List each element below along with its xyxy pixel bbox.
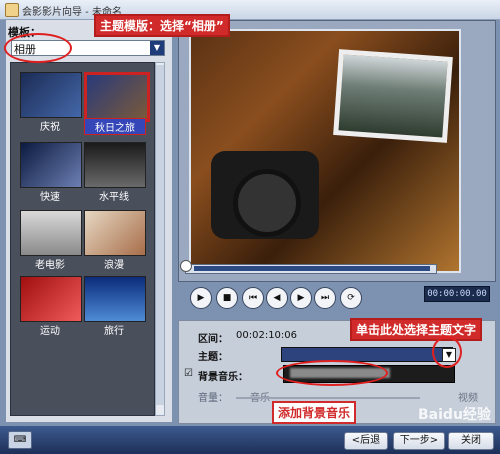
theme-field[interactable] <box>281 347 453 362</box>
interval-value: 00:02:10:06 <box>236 330 298 341</box>
step-forward-icon: ▶ <box>297 293 305 303</box>
thumb-label: 浪漫 <box>104 260 124 271</box>
thumb-image <box>20 210 82 256</box>
thumb-fast[interactable]: 快速 <box>20 142 82 203</box>
thumb-romance[interactable]: 浪漫 <box>84 210 146 271</box>
keyboard-icon[interactable]: ⌨ <box>8 431 32 449</box>
video-label: 视频 <box>458 393 478 404</box>
scrollbar-thumb[interactable] <box>156 65 164 405</box>
step-back-icon: ◀ <box>273 293 281 303</box>
go-end-button[interactable]: ⏭ <box>314 287 336 309</box>
go-start-button[interactable]: ⏮ <box>242 287 264 309</box>
camera-graphic <box>211 151 319 239</box>
preview-image <box>189 29 461 273</box>
volume-label: 音量： <box>198 393 228 404</box>
thumb-celebration[interactable]: 庆祝 <box>20 72 82 133</box>
close-button[interactable]: 关闭 <box>448 432 494 450</box>
interval-label: 区间： <box>198 334 228 345</box>
thumb-old-movie[interactable]: 老电影 <box>20 210 82 271</box>
stop-button[interactable]: ■ <box>216 287 238 309</box>
volume-slider[interactable] <box>236 397 420 399</box>
thumb-horizon[interactable]: 水平线 <box>84 142 146 203</box>
watermark: Baidu经验 <box>418 407 491 423</box>
timecode-display: 00:00:00.00 <box>424 286 490 302</box>
thumb-label: 秋日之旅 <box>84 118 146 135</box>
seek-knob[interactable] <box>180 260 192 272</box>
template-highlight-ellipse <box>4 33 72 63</box>
gallery-scrollbar[interactable] <box>155 62 165 416</box>
back-button[interactable]: <后退 <box>344 432 388 450</box>
thumb-travel[interactable]: 旅行 <box>84 276 146 337</box>
thumb-image <box>84 276 146 322</box>
skip-end-icon: ⏭ <box>320 293 330 303</box>
bgm-label: 背景音乐： <box>198 372 248 383</box>
repeat-button[interactable]: ⟳ <box>340 287 362 309</box>
chevron-down-icon[interactable]: ▼ <box>150 41 164 55</box>
bottom-callout: 添加背景音乐 <box>272 401 357 424</box>
bgm-highlight-ellipse <box>276 360 388 386</box>
title-bar: 会影影片向导 - 未命名 <box>0 0 500 20</box>
theme-label: 主题： <box>198 352 228 363</box>
thumb-label: 旅行 <box>104 326 124 337</box>
seek-bar-track <box>194 266 430 271</box>
skip-start-icon: ⏮ <box>248 293 258 303</box>
thumb-image <box>84 72 150 122</box>
river-photo <box>333 49 453 143</box>
thumb-image <box>20 276 82 322</box>
top-callout: 主题模版：选择“相册” <box>94 14 230 37</box>
bgm-checkbox[interactable]: ☑ <box>184 368 193 379</box>
thumb-label: 快速 <box>40 192 60 203</box>
thumb-label: 运动 <box>40 326 60 337</box>
next-frame-button[interactable]: ▶ <box>290 287 312 309</box>
next-button[interactable]: 下一步> <box>393 432 445 450</box>
repeat-icon: ⟳ <box>347 293 355 303</box>
play-button[interactable]: ▶ <box>190 287 212 309</box>
thumb-label: 水平线 <box>99 192 129 203</box>
seek-bar[interactable] <box>185 264 437 274</box>
camera-lens <box>233 169 301 237</box>
thumb-image <box>20 72 82 118</box>
thumb-autumn-trip[interactable]: 秋日之旅 <box>84 72 150 135</box>
thumb-image <box>20 142 82 188</box>
prev-frame-button[interactable]: ◀ <box>266 287 288 309</box>
right-callout: 单击此处选择主题文字 <box>350 318 483 341</box>
thumb-label: 老电影 <box>35 260 65 271</box>
preview-panel <box>178 20 496 282</box>
video-wizard-window: 会影影片向导 - 未命名 模板： 相册 ▼ 庆祝 秋日之旅 快速 水平线 老电影… <box>0 0 500 454</box>
thumb-label: 庆祝 <box>40 122 60 133</box>
play-icon: ▶ <box>197 293 205 303</box>
theme-arrow-highlight-ellipse <box>432 336 462 368</box>
stop-icon: ■ <box>222 293 232 303</box>
app-icon <box>5 3 19 17</box>
thumb-image <box>84 210 146 256</box>
thumb-image <box>84 142 146 188</box>
thumb-sports[interactable]: 运动 <box>20 276 82 337</box>
